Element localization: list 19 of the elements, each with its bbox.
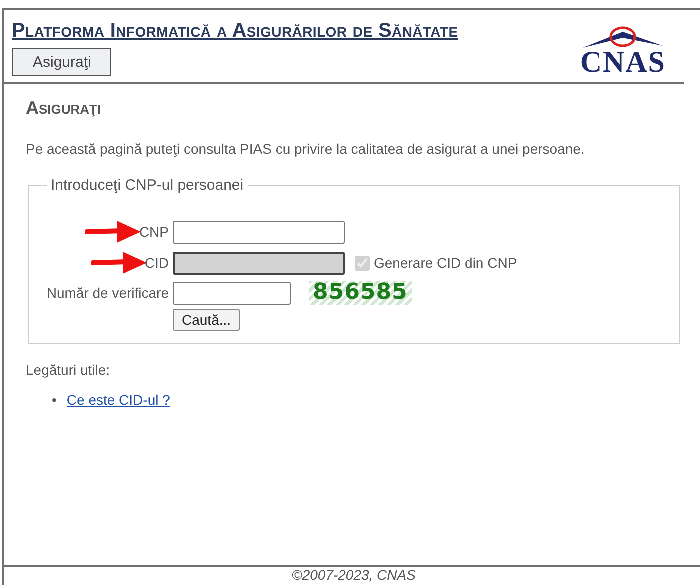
roof-icon [581, 26, 666, 50]
page-heading: Asiguraţi [26, 98, 102, 119]
checkbox-label: Generare CID din CNP [374, 255, 518, 271]
help-link[interactable]: Ce este CID-ul ? [66, 392, 170, 408]
intro-text: Pe această pagină puteţi consulta PIAS cu privire la calitatea de asigurat a unei persoane. [26, 141, 586, 157]
bullet-mark: • [52, 392, 57, 408]
field-label: CNP [139, 224, 169, 240]
nav-button[interactable]: Asiguraţi [12, 48, 111, 76]
form-legend: Introduceţi CNP-ul persoanei [47, 177, 248, 194]
links-heading: Legături utile: [26, 362, 112, 378]
site-title: Platforma Informatică a Asigurărilor de Sănătate [12, 20, 458, 43]
input-field[interactable] [173, 220, 345, 244]
captcha-code: 856585 [309, 281, 412, 305]
field-label: CID [144, 255, 169, 271]
copyright-text: ©2007-2023, CNAS [292, 567, 416, 583]
input-field[interactable] [173, 282, 291, 304]
search-button[interactable]: Caută... [173, 309, 240, 331]
logo-text: CNAS [580, 50, 666, 76]
field-label: Număr de verificare [46, 285, 169, 301]
